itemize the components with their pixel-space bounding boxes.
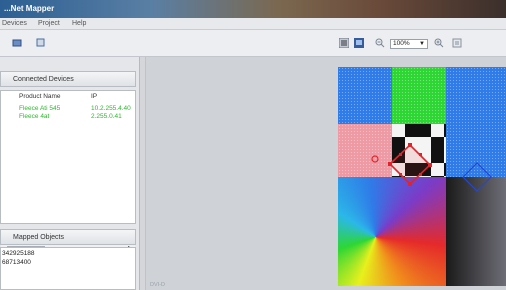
mapped-objects-list: 342925188 68713400: [0, 247, 136, 290]
column-ip[interactable]: IP: [91, 93, 97, 100]
chevron-down-icon: ▼: [419, 41, 425, 47]
device-list: Product Name IP Fleece Ati 545 10.2.255.…: [0, 90, 136, 253]
zoom-value: 100%: [393, 40, 410, 47]
menu-bar: Devices Project Help: [0, 18, 506, 30]
sidebar: Connected Devices Product Name IP Fleece…: [0, 57, 140, 290]
mapped-objects-title: Mapped Objects: [13, 234, 64, 241]
output-label: DVI-D: [150, 282, 165, 288]
grid-tool-icon[interactable]: [36, 38, 46, 48]
grid-view-button[interactable]: [339, 38, 349, 48]
connected-devices-header: Connected Devices: [0, 71, 136, 87]
menu-devices[interactable]: Devices: [2, 20, 27, 27]
mapped-object-item[interactable]: 342925188: [2, 250, 35, 257]
zoom-select[interactable]: 100% ▼: [390, 39, 428, 49]
menu-help[interactable]: Help: [72, 20, 86, 27]
window-title: ...Net Mapper: [4, 4, 55, 13]
device-ip: 2.255.0.41: [91, 113, 122, 120]
device-ip: 10.2.255.4.40: [91, 105, 131, 112]
device-name: Fleece 4at: [19, 113, 50, 120]
device-row[interactable]: Fleece 4at 2.255.0.41: [1, 113, 135, 121]
title-bar: ...Net Mapper: [0, 0, 506, 18]
menu-project[interactable]: Project: [38, 20, 60, 27]
device-name: Fleece Ati 545: [19, 105, 61, 112]
zoom-in-icon[interactable]: [434, 38, 444, 48]
selection-overlay[interactable]: [338, 67, 506, 286]
display-view-button[interactable]: [354, 38, 364, 48]
mapped-objects-header: Mapped Objects: [0, 229, 136, 245]
device-row[interactable]: Fleece Ati 545 10.2.255.4.40: [1, 105, 135, 113]
view-icon[interactable]: [12, 38, 22, 48]
connected-devices-title: Connected Devices: [13, 76, 74, 83]
zoom-out-icon[interactable]: [375, 38, 385, 48]
mapped-object-item[interactable]: 68713400: [2, 259, 31, 266]
toolbar: 100% ▼: [0, 30, 506, 57]
fit-view-icon[interactable]: [452, 38, 462, 48]
display-canvas[interactable]: [338, 67, 506, 286]
column-product-name[interactable]: Product Name: [19, 93, 61, 100]
mapping-workspace[interactable]: DVI-D: [145, 57, 506, 290]
